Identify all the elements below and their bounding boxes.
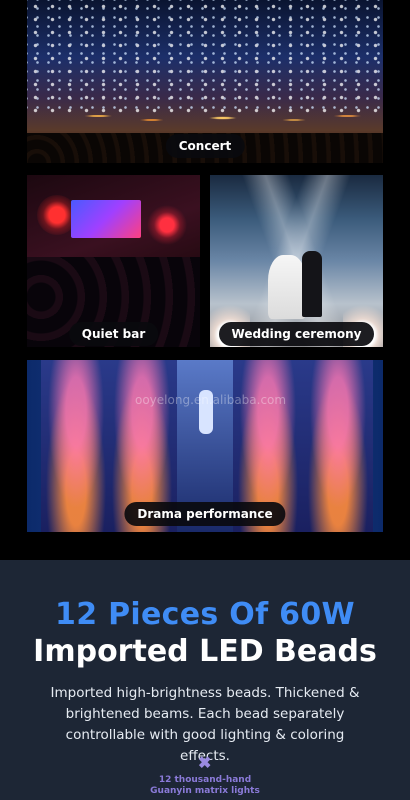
product-caption-line2: Guanyin matrix lights (150, 786, 260, 796)
stage-lights-backdrop (27, 0, 383, 115)
phoenix-screen-art (303, 360, 373, 532)
phoenix-screen-art (41, 360, 111, 532)
wedding-photo: Wedding ceremony (210, 175, 383, 347)
drama-caption: Drama performance (124, 502, 286, 526)
groom-figure (302, 251, 322, 317)
concert-photo: Concert (27, 0, 383, 163)
drama-photo: ooyelong.en.alibaba.com Drama performanc… (27, 360, 383, 532)
product-caption: 12 thousand-hand Guanyin matrix lights (0, 775, 410, 797)
wedding-caption: Wedding ceremony (218, 322, 375, 346)
bar-screen (71, 200, 141, 238)
feature-title-highlight: 12 Pieces Of 60W (55, 597, 355, 632)
feature-info-section: 12 Pieces Of 60W Imported LED Beads Impo… (0, 560, 410, 800)
feature-title: Imported LED Beads (33, 634, 377, 669)
close-icon[interactable]: ✖ (198, 753, 211, 773)
red-light (147, 205, 187, 245)
watermark-text: ooyelong.en.alibaba.com (135, 393, 287, 407)
quiet-bar-caption: Quiet bar (68, 322, 159, 346)
bride-figure (268, 255, 306, 319)
product-caption-line1: 12 thousand-hand (158, 775, 252, 785)
quiet-bar-photo: Quiet bar (27, 175, 200, 347)
concert-caption: Concert (165, 134, 245, 158)
